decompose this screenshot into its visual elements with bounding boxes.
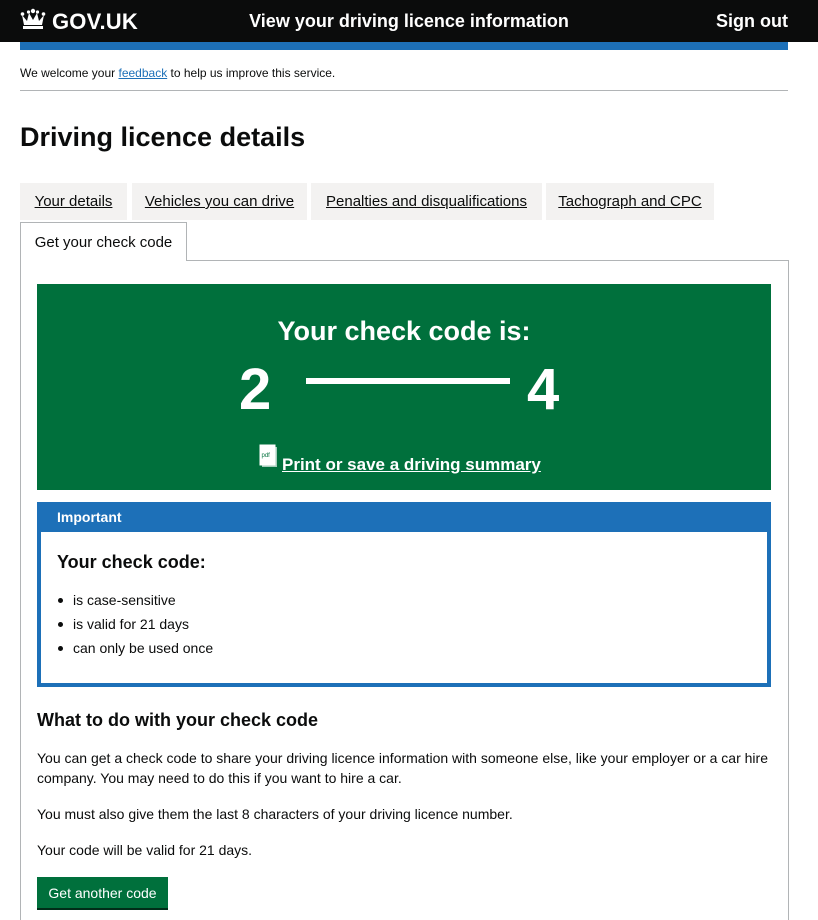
tab-vehicles-you-can-drive[interactable]: Vehicles you can drive — [132, 183, 307, 220]
tab-label: Tachograph and CPC — [558, 193, 702, 210]
tab-tachograph-and-cpc[interactable]: Tachograph and CPC — [546, 183, 714, 220]
list-item: can only be used once — [57, 636, 213, 660]
gov-header: GOV.UK View your driving licence informa… — [0, 0, 818, 42]
pdf-icon-label: pdf — [262, 453, 271, 459]
important-heading: Your check code: — [57, 552, 206, 572]
sign-out-link[interactable]: Sign out — [716, 11, 788, 32]
tab-label: Vehicles you can drive — [144, 193, 295, 210]
print-summary: pdf Print or save a driving summary — [259, 444, 541, 475]
check-code-last-char: 4 — [527, 357, 560, 422]
feedback-link[interactable]: feedback — [118, 66, 167, 80]
check-code-panel: Your check code is: 2 4 pdf Print or sav… — [37, 284, 771, 490]
header-blue-bar — [20, 42, 788, 50]
get-another-code-button[interactable]: Get another code — [37, 877, 168, 908]
tab-label: Get your check code — [34, 233, 173, 251]
tab-label: Penalties and disqualifications — [326, 193, 527, 210]
divider — [20, 90, 788, 91]
important-header: Important — [41, 506, 767, 532]
list-item: is case-sensitive — [57, 588, 213, 612]
check-code-first-char: 2 — [239, 357, 272, 422]
print-summary-link[interactable]: Print or save a driving summary — [282, 455, 541, 475]
feedback-prefix: We welcome your — [20, 66, 119, 80]
tab-penalties-and-disqualifications[interactable]: Penalties and disqualifications — [311, 183, 542, 220]
page-title: Driving licence details — [20, 122, 306, 152]
check-code-hidden-line — [306, 378, 510, 384]
paragraph-validity: Your code will be valid for 21 days. — [37, 842, 253, 858]
tab-get-your-check-code[interactable]: Get your check code — [20, 222, 187, 261]
feedback-suffix: to help us improve this service. — [167, 66, 336, 80]
check-code-title: Your check code is: — [277, 316, 531, 346]
tab-your-details[interactable]: Your details — [20, 183, 127, 220]
paragraph-share-info: You can get a check code to share your d… — [37, 750, 768, 786]
important-list: is case-sensitive is valid for 21 days c… — [57, 588, 213, 660]
important-notice: Important Your check code: is case-sensi… — [37, 502, 771, 687]
what-to-do-heading: What to do with your check code — [37, 710, 319, 730]
paragraph-licence-number: You must also give them the last 8 chara… — [37, 806, 513, 822]
pdf-icon: pdf — [259, 444, 279, 475]
service-name[interactable]: View your driving licence information — [0, 11, 818, 32]
list-item: is valid for 21 days — [57, 612, 213, 636]
feedback-banner: We welcome your feedback to help us impr… — [20, 66, 335, 80]
tab-label: Your details — [34, 193, 113, 210]
